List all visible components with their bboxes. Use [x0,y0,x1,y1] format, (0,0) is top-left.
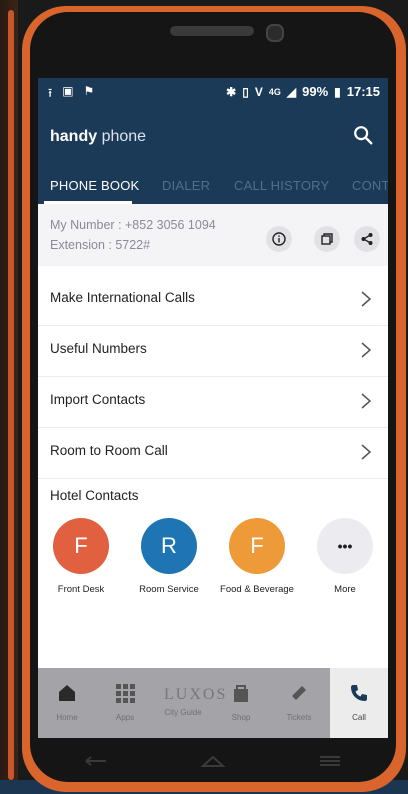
nav-apps[interactable]: Apps [96,668,154,738]
my-number-text: My Number : +852 3056 1094 [50,218,216,232]
menu-room-to-room-call[interactable]: Room to Room Call [38,427,388,479]
more-icon: ••• [317,518,373,574]
menu-item-label: Useful Numbers [50,341,147,356]
flag-icon: ⚑ [83,84,95,98]
battery-icon: ▮ [334,84,341,99]
tab-dialer[interactable]: DIALER [162,178,210,193]
avatar: F [53,518,109,574]
image-icon: ▣ [62,84,74,98]
bottom-nav: LUXOS Home Apps City Guide Shop Tickets … [38,668,388,738]
nav-call[interactable]: Call [330,668,388,738]
info-button[interactable] [266,226,292,252]
chevron-right-icon [361,342,372,358]
menu-item-label: Make International Calls [50,290,195,305]
contact-room-service[interactable]: R Room Service [126,518,212,595]
hardware-nav-bar [38,740,388,782]
battery-percent: 99% [302,84,329,99]
phone-screen: ⭱ ▣ ⚑ ✱ ▯ V 4G ◢ 99% ▮ 17:15 handy phone [38,78,388,738]
nav-tickets[interactable]: Tickets [270,668,328,738]
shopping-bag-icon [234,685,248,702]
my-number-panel: My Number : +852 3056 1094 Extension : 5… [38,204,388,266]
contact-name: Front Desk [57,584,105,595]
bluetooth-icon: ✱ [226,84,237,99]
phone-front: ⭱ ▣ ⚑ ✱ ▯ V 4G ◢ 99% ▮ 17:15 handy phone [30,12,396,782]
menu-item-label: Room to Room Call [50,443,168,458]
info-icon [272,232,286,246]
nav-label: City Guide [164,708,202,717]
search-icon[interactable] [352,124,374,146]
tab-contacts[interactable]: CONTA [352,178,388,193]
city-guide-icon [172,682,194,704]
extension-text: Extension : 5722# [50,238,151,252]
tab-bar: PHONE BOOK DIALER CALL HISTORY CONTA [38,166,388,204]
menu-item-label: Import Contacts [50,392,146,407]
contact-name: Food & Beverage [220,584,294,595]
brand-light: phone [101,128,147,145]
earpiece-speaker [170,26,254,36]
menu-lines-icon[interactable] [316,754,344,768]
hotel-contacts-title: Hotel Contacts [50,488,139,503]
ticket-icon [292,686,306,700]
menu-useful-numbers[interactable]: Useful Numbers [38,325,388,377]
nav-label: Shop [231,713,251,722]
clock: 17:15 [346,84,380,99]
menu-import-contacts[interactable]: Import Contacts [38,376,388,428]
chevron-right-icon [361,444,372,460]
app-brand: handy phone [50,128,146,146]
status-bar: ⭱ ▣ ⚑ ✱ ▯ V 4G ◢ 99% ▮ 17:15 [38,78,388,106]
nav-label: Tickets [286,713,312,722]
copy-icon [321,233,333,245]
brand-bold: handy [50,128,98,145]
contact-name: More [334,584,356,595]
home-icon [59,685,75,701]
chevron-right-icon [361,291,372,307]
menu-international-calls[interactable]: Make International Calls [38,274,388,326]
upload-icon: ⭱ [48,86,53,100]
signal-icon: ◢ [286,84,297,99]
background-left [0,0,18,794]
avatar: F [229,518,285,574]
network-4g: 4G [268,86,281,97]
contact-name: Room Service [139,584,199,595]
volte-icon: V [254,84,263,99]
share-button[interactable] [354,226,380,252]
copy-button[interactable] [314,226,340,252]
nav-label: Home [56,713,78,722]
nav-label: Call [352,713,366,722]
contact-front-desk[interactable]: F Front Desk [38,518,124,595]
tab-call-history[interactable]: CALL HISTORY [234,178,329,193]
vibrate-icon: ▯ [242,84,249,99]
chevron-right-icon [361,393,372,409]
background-strip [8,10,14,780]
phone-icon [351,685,367,701]
front-camera [266,24,284,42]
nav-shop[interactable]: Shop [212,668,270,738]
contact-more[interactable]: ••• More [302,518,388,595]
nav-city-guide[interactable]: City Guide [154,668,212,738]
contact-food-beverage[interactable]: F Food & Beverage [214,518,300,595]
apps-grid-icon [116,684,135,703]
nav-home[interactable]: Home [38,668,96,738]
avatar: R [141,518,197,574]
nav-label: Apps [115,713,135,722]
back-icon[interactable] [82,754,110,768]
app-bar: handy phone [38,106,388,166]
share-icon [361,233,373,245]
tab-phone-book[interactable]: PHONE BOOK [50,178,139,193]
home-button-icon[interactable] [199,754,227,768]
